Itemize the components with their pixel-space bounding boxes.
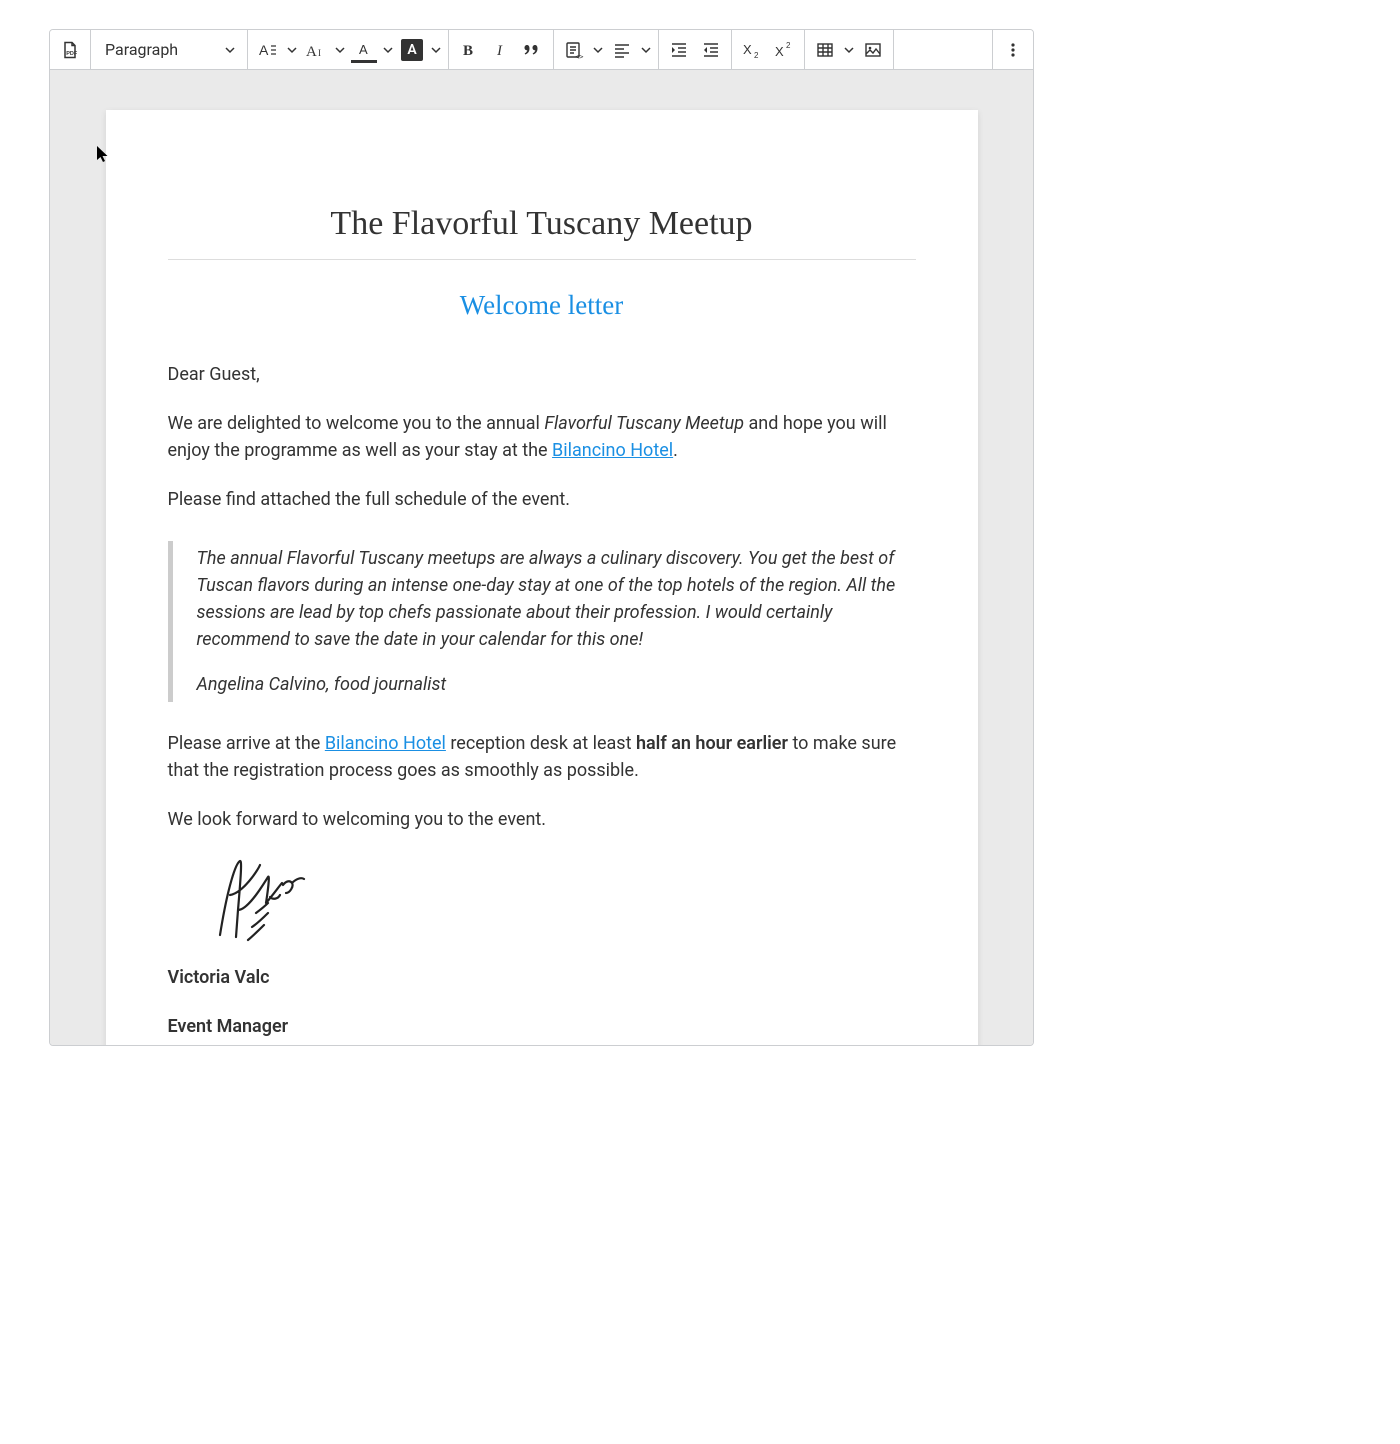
font-color-dropdown[interactable] [380, 34, 396, 66]
export-pdf-button[interactable]: PDF [54, 34, 86, 66]
bg-color-dropdown[interactable] [428, 34, 444, 66]
page-title[interactable]: The Flavorful Tuscany Meetup [168, 205, 916, 243]
font-size-button[interactable]: A [252, 34, 284, 66]
indent-increase-button[interactable] [663, 34, 695, 66]
svg-text:PDF: PDF [66, 51, 78, 57]
document-body[interactable]: Dear Guest, We are delighted to welcome … [168, 361, 916, 1040]
insert-table-button[interactable] [809, 34, 841, 66]
editor-frame: PDF Paragraph A [49, 29, 1034, 1046]
svg-text:A: A [306, 44, 317, 60]
toolbar-spacer [894, 30, 992, 69]
quote-author[interactable]: Angelina Calvino, food journalist [197, 671, 916, 698]
alignment-button[interactable] [606, 34, 638, 66]
svg-text:A: A [259, 42, 269, 58]
paragraph-1[interactable]: We are delighted to welcome you to the a… [168, 410, 916, 464]
insert-table-dropdown[interactable] [841, 34, 857, 66]
blockquote[interactable]: The annual Flavorful Tuscany meetups are… [168, 541, 916, 702]
toolbar: PDF Paragraph A [50, 30, 1033, 70]
paragraph-2[interactable]: Please find attached the full schedule o… [168, 486, 916, 513]
hotel-link[interactable]: Bilancino Hotel [552, 440, 673, 461]
bold-button[interactable]: B [453, 34, 485, 66]
bold-span: half an hour earlier [636, 733, 788, 754]
more-options-button[interactable] [997, 34, 1029, 66]
insert-template-button[interactable]: <> [558, 34, 590, 66]
text-span: We are delighted to welcome you to the a… [168, 413, 545, 434]
signatory-role[interactable]: Event Manager [168, 1013, 916, 1040]
indent-decrease-button[interactable] [695, 34, 727, 66]
svg-text:<>: <> [575, 53, 583, 60]
greeting-paragraph[interactable]: Dear Guest, [168, 361, 916, 388]
signature-image[interactable] [208, 855, 916, 954]
quote-text[interactable]: The annual Flavorful Tuscany meetups are… [197, 545, 916, 653]
document-page[interactable]: The Flavorful Tuscany Meetup Welcome let… [106, 110, 978, 1045]
svg-text:I: I [318, 48, 321, 58]
heading-select-label: Paragraph [105, 40, 178, 59]
heading-select[interactable]: Paragraph [95, 34, 243, 66]
font-family-button[interactable]: A I [300, 34, 332, 66]
svg-text:2: 2 [786, 41, 791, 50]
bg-color-button[interactable]: A [396, 34, 428, 66]
svg-text:2: 2 [754, 51, 759, 60]
insert-template-dropdown[interactable] [590, 34, 606, 66]
svg-text:X: X [743, 42, 752, 57]
svg-text:I: I [496, 43, 503, 59]
blockquote-button[interactable] [517, 34, 549, 66]
editor-canvas[interactable]: The Flavorful Tuscany Meetup Welcome let… [50, 70, 1033, 1045]
font-color-button[interactable]: A [348, 34, 380, 66]
text-span: . [673, 440, 678, 461]
svg-text:A: A [359, 42, 368, 57]
insert-image-button[interactable] [857, 34, 889, 66]
page-subtitle[interactable]: Welcome letter [168, 290, 916, 321]
svg-text:B: B [463, 43, 473, 59]
italic-span: Flavorful Tuscany Meetup [544, 413, 744, 434]
italic-button[interactable]: I [485, 34, 517, 66]
svg-text:X: X [775, 44, 784, 59]
hotel-link[interactable]: Bilancino Hotel [325, 733, 446, 754]
font-family-dropdown[interactable] [332, 34, 348, 66]
subscript-button[interactable]: X 2 [736, 34, 768, 66]
chevron-down-icon [225, 45, 235, 55]
alignment-dropdown[interactable] [638, 34, 654, 66]
text-span: Please arrive at the [168, 733, 325, 754]
paragraph-4[interactable]: We look forward to welcoming you to the … [168, 806, 916, 833]
signatory-name[interactable]: Victoria Valc [168, 964, 916, 991]
font-size-dropdown[interactable] [284, 34, 300, 66]
superscript-button[interactable]: X 2 [768, 34, 800, 66]
horizontal-rule [168, 259, 916, 260]
paragraph-3[interactable]: Please arrive at the Bilancino Hotel rec… [168, 730, 916, 784]
text-span: reception desk at least [446, 733, 636, 754]
